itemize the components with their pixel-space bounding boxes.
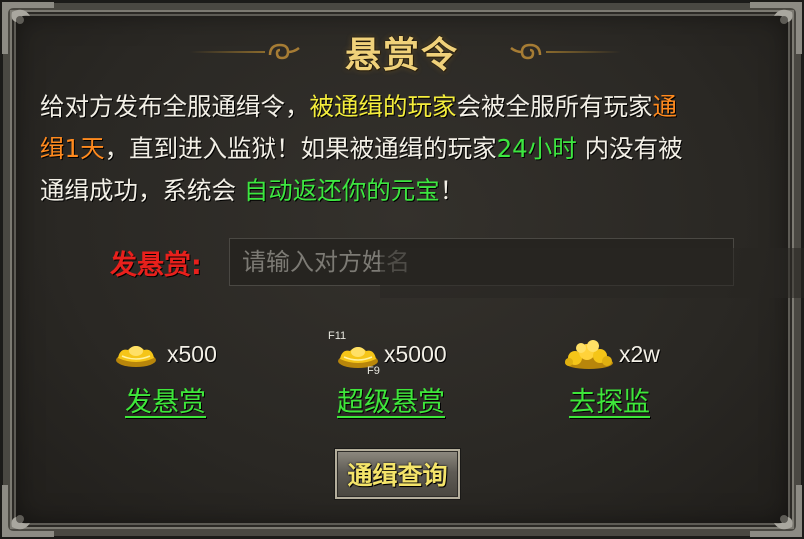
post-bounty-link[interactable]: 发悬赏 bbox=[125, 380, 206, 419]
reward-amount: x500 bbox=[167, 341, 217, 367]
title-bar: 悬赏令 bbox=[0, 24, 804, 80]
page-title: 悬赏令 bbox=[344, 34, 459, 76]
super-bounty-link[interactable]: 超级悬赏 bbox=[337, 380, 445, 419]
visit-prison-link[interactable]: 去探监 bbox=[569, 380, 650, 419]
target-name-input[interactable] bbox=[229, 238, 734, 286]
desc-highlight-yellow: 被通缉的玩家 bbox=[309, 92, 457, 121]
desc-highlight-green: 自动返还你的元宝 bbox=[243, 176, 440, 205]
hotkey-label: F9 bbox=[367, 365, 380, 377]
bounty-label: 发悬赏: bbox=[110, 250, 202, 281]
bounty-description: 给对方发布全服通缉令，被通缉的玩家会被全服所有玩家通 缉1天，直到进入监狱！如果… bbox=[40, 86, 770, 212]
desc-text: ！ bbox=[439, 176, 465, 205]
desc-highlight-green: 24小时 bbox=[496, 134, 577, 163]
gold-pile-icon bbox=[565, 340, 613, 369]
desc-text: ，直到进入监狱！如果被通缉的玩家 bbox=[104, 134, 497, 163]
gold-ingot-icon bbox=[116, 346, 156, 367]
reward-amount: x5000 bbox=[384, 341, 447, 367]
desc-text: 给对方发布全服通缉令， bbox=[40, 92, 310, 121]
desc-text: 通缉成功，系统会 bbox=[40, 176, 236, 205]
desc-text: 会被全服所有玩家 bbox=[456, 92, 653, 121]
desc-highlight-orange: 缉1天 bbox=[40, 134, 105, 163]
desc-highlight-orange: 通 bbox=[652, 92, 678, 121]
reward-amount: x2w bbox=[619, 341, 660, 367]
desc-text: 内没有被 bbox=[584, 134, 683, 163]
wanted-query-button[interactable]: 通缉查询 bbox=[335, 449, 460, 499]
